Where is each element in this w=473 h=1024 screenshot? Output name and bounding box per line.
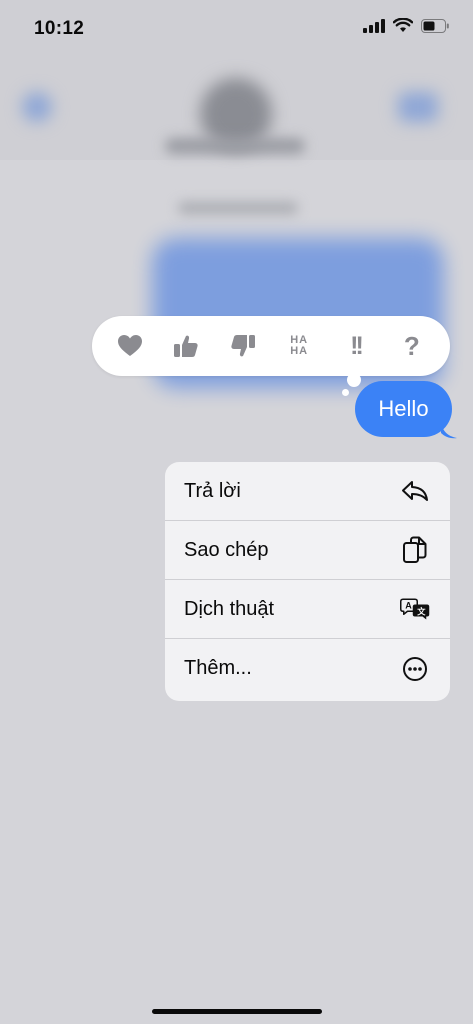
thumbs-down-icon xyxy=(231,335,255,357)
haha-icon: HA HA xyxy=(290,334,309,357)
heart-reaction-button[interactable] xyxy=(110,326,150,366)
menu-item-label: Trả lời xyxy=(184,479,241,502)
video-call-icon xyxy=(398,92,438,122)
translate-icon: A 文 xyxy=(400,594,430,624)
emphasize-reaction-button[interactable]: !! xyxy=(335,326,375,366)
question-mark-icon: ? xyxy=(403,330,420,361)
reaction-bar-tail-small xyxy=(342,389,349,396)
contact-name xyxy=(165,138,305,154)
battery-icon xyxy=(421,18,449,38)
message-timestamp xyxy=(178,202,298,214)
reaction-bar-tail xyxy=(347,373,361,387)
reply-icon xyxy=(400,476,430,506)
thumbs-up-icon xyxy=(174,335,199,357)
heart-icon xyxy=(118,335,143,356)
menu-item-label: Dịch thuật xyxy=(184,597,275,620)
menu-item-copy[interactable]: Sao chép xyxy=(165,521,450,580)
back-button xyxy=(22,92,52,122)
menu-item-label: Sao chép xyxy=(184,538,269,561)
home-indicator[interactable] xyxy=(152,1009,322,1014)
message-text: Hello xyxy=(378,396,429,421)
wifi-icon xyxy=(392,17,414,38)
haha-reaction-button[interactable]: HA HA xyxy=(279,326,319,366)
tapback-reaction-bar: HA HA !! ? xyxy=(92,316,450,376)
thumbs-up-reaction-button[interactable] xyxy=(166,326,206,366)
menu-item-reply[interactable]: Trả lời xyxy=(165,462,450,521)
menu-item-label: Thêm... xyxy=(184,657,252,679)
bubble-tail xyxy=(441,423,457,439)
more-icon xyxy=(400,654,430,684)
thumbs-down-reaction-button[interactable] xyxy=(223,326,263,366)
svg-text:文: 文 xyxy=(417,606,426,616)
status-icons xyxy=(363,17,449,38)
svg-text:A: A xyxy=(405,601,412,611)
cellular-signal-icon xyxy=(363,18,385,38)
double-exclamation-icon: !! xyxy=(350,331,364,360)
message-bubble[interactable]: Hello xyxy=(355,381,452,437)
menu-item-more[interactable]: Thêm... xyxy=(165,639,450,698)
copy-icon xyxy=(400,535,430,565)
status-bar: 10:12 xyxy=(0,0,473,56)
context-menu: Trả lời Sao chép Dịch thuật A 文 Thêm... xyxy=(165,462,450,701)
status-time: 10:12 xyxy=(34,18,85,39)
question-reaction-button[interactable]: ? xyxy=(392,326,432,366)
menu-item-translate[interactable]: Dịch thuật A 文 xyxy=(165,580,450,639)
